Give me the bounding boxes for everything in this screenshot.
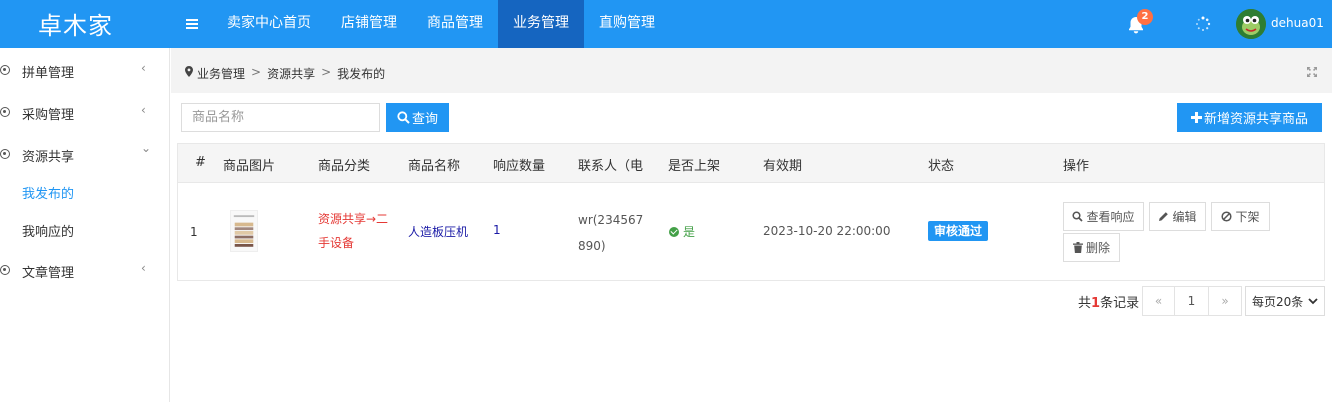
breadcrumb-separator: >: [251, 65, 262, 79]
check-circle-icon: [669, 226, 679, 237]
row-on-sale-status: 是: [669, 223, 695, 240]
edit-label: 编辑: [1172, 210, 1197, 224]
column-header-category: 商品分类: [318, 159, 371, 174]
row-contact: wr(234567890): [578, 213, 644, 253]
search-icon: [397, 111, 410, 124]
breadcrumb-item-current: 我发布的: [337, 67, 386, 81]
nav-item-business[interactable]: 业务管理: [498, 0, 584, 48]
radio-dot-icon: [0, 265, 10, 275]
column-header-name: 商品名称: [408, 159, 461, 174]
breadcrumb-separator: >: [321, 65, 332, 79]
top-navbar: 卓木家 卖家中心首页 店铺管理 商品管理 业务管理 直购管理 2 dehua01: [0, 0, 1332, 48]
radio-dot-icon: [0, 107, 10, 117]
add-shared-product-button[interactable]: 新增资源共享商品: [1177, 103, 1322, 132]
total-count: 1: [1091, 296, 1101, 311]
sidebar-item-my-responded[interactable]: 我响应的: [22, 221, 74, 240]
chevron-left-icon: ‹: [141, 61, 146, 75]
nav-item-direct-purchase[interactable]: 直购管理: [584, 0, 670, 48]
pagination: « 1 »: [1142, 286, 1242, 316]
main-nav: 卖家中心首页 店铺管理 商品管理 业务管理 直购管理: [212, 0, 670, 48]
column-header-image: 商品图片: [223, 159, 276, 174]
sidebar-group-label: 拼单管理: [22, 66, 75, 81]
shared-products-table: # 商品图片 商品分类 商品名称 响应数量 联系人（电 是否上架 有效期 状态 …: [177, 143, 1325, 281]
column-header-index: #: [195, 155, 206, 170]
sidebar-group-group-buy[interactable]: 拼单管理 ‹: [0, 49, 169, 91]
chevron-down-icon: ⌄: [141, 141, 152, 155]
radio-dot-icon: [0, 149, 10, 159]
status-badge: 审核通过: [928, 221, 989, 241]
take-offline-label: 下架: [1235, 210, 1260, 224]
pagination-next[interactable]: »: [1209, 287, 1241, 315]
nav-item-products[interactable]: 商品管理: [412, 0, 498, 48]
plus-icon: [1190, 112, 1202, 123]
sidebar-group-label: 文章管理: [22, 266, 75, 281]
breadcrumb: 业务管理 > 资源共享 > 我发布的: [197, 65, 385, 82]
add-button-label: 新增资源共享商品: [1203, 112, 1308, 127]
chevron-left-icon: ‹: [141, 103, 146, 117]
product-thumbnail[interactable]: [230, 210, 258, 252]
search-button[interactable]: 查询: [386, 103, 449, 132]
total-records: 共1条记录: [1078, 292, 1139, 311]
radio-dot-icon: [0, 65, 10, 75]
search-button-label: 查询: [411, 112, 438, 127]
sidebar-group-articles[interactable]: 文章管理 ‹: [0, 249, 169, 291]
trash-icon: [1072, 242, 1083, 253]
username[interactable]: dehua01: [1271, 16, 1324, 30]
row-on-sale-label: 是: [683, 225, 696, 239]
avatar[interactable]: [1236, 9, 1266, 39]
menu-toggle-button[interactable]: [172, 0, 212, 48]
column-header-on-sale: 是否上架: [668, 159, 721, 174]
pagination-page-current[interactable]: 1: [1175, 287, 1209, 315]
column-header-actions: 操作: [1063, 159, 1090, 174]
row-expiry: 2023-10-20 22:00:00: [763, 224, 891, 238]
take-offline-button[interactable]: 下架: [1211, 202, 1270, 231]
row-response-count[interactable]: 1: [493, 223, 501, 237]
delete-button[interactable]: 删除: [1063, 233, 1120, 262]
loading-spinner-icon[interactable]: [1195, 16, 1211, 32]
total-suffix: 条记录: [1100, 296, 1140, 311]
nav-item-seller-home[interactable]: 卖家中心首页: [212, 0, 326, 48]
edit-button[interactable]: 编辑: [1149, 202, 1206, 231]
sidebar-group-procurement[interactable]: 采购管理 ‹: [0, 91, 169, 133]
table-header: # 商品图片 商品分类 商品名称 响应数量 联系人（电 是否上架 有效期 状态 …: [178, 144, 1324, 183]
column-header-expiry: 有效期: [763, 159, 803, 174]
pagination-prev[interactable]: «: [1143, 287, 1175, 315]
page-size-value: 每页20条: [1252, 294, 1304, 309]
app-logo[interactable]: 卓木家: [38, 6, 113, 41]
sidebar: 拼单管理 ‹ 采购管理 ‹ 资源共享 ⌄ 我发布的 我响应的 文章管理 ‹: [0, 48, 170, 402]
sidebar-group-resource-sharing[interactable]: 资源共享 ⌄: [0, 133, 169, 175]
expand-icon[interactable]: [1306, 66, 1318, 78]
row-index: 1: [190, 225, 198, 239]
sidebar-group-label: 资源共享: [22, 150, 75, 165]
column-header-contact: 联系人（电: [578, 159, 644, 174]
sidebar-group-label: 采购管理: [22, 108, 75, 123]
ban-icon: [1221, 211, 1233, 222]
breadcrumb-item[interactable]: 业务管理: [197, 65, 245, 82]
row-category: 资源共享→二手设备: [318, 212, 389, 250]
pencil-icon: [1159, 212, 1169, 221]
search-icon: [1072, 211, 1084, 222]
breadcrumb-bar: 业务管理 > 资源共享 > 我发布的: [171, 48, 1332, 93]
notification-badge: 2: [1137, 9, 1153, 25]
hamburger-icon: [186, 19, 198, 29]
column-header-responses: 响应数量: [493, 159, 546, 174]
row-product-name[interactable]: 人造板压机: [408, 223, 468, 240]
delete-label: 删除: [1085, 241, 1110, 255]
total-prefix: 共: [1078, 296, 1092, 311]
breadcrumb-item[interactable]: 资源共享: [267, 65, 315, 82]
product-name-search-input[interactable]: [181, 103, 380, 132]
view-responses-label: 查看响应: [1086, 210, 1135, 224]
chevron-left-icon: ‹: [141, 261, 146, 275]
nav-item-store[interactable]: 店铺管理: [326, 0, 412, 48]
map-marker-icon: [185, 66, 193, 77]
chevron-down-icon: [1308, 297, 1318, 304]
view-responses-button[interactable]: 查看响应: [1063, 202, 1144, 231]
column-header-status: 状态: [928, 159, 955, 174]
sidebar-item-my-published[interactable]: 我发布的: [22, 183, 74, 202]
page-size-select[interactable]: 每页20条: [1245, 286, 1325, 316]
